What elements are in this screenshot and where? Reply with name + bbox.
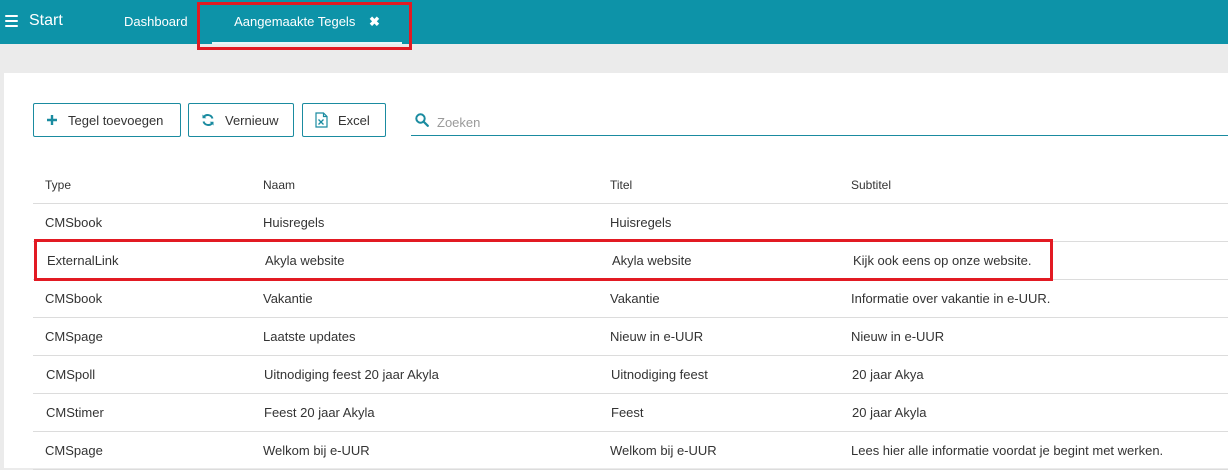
search-bar <box>411 107 1228 136</box>
plus-icon <box>46 114 58 126</box>
cell-titel: Huisregels <box>610 215 672 230</box>
cell-type: CMSpoll <box>46 367 96 382</box>
column-header-naam[interactable]: Naam <box>263 167 295 203</box>
table-row[interactable]: CMStimer Feest 20 jaar Akyla Feest 20 ja… <box>33 394 1228 432</box>
cell-naam: Huisregels <box>263 215 325 230</box>
highlight-box-row <box>34 239 1053 281</box>
cell-naam: Uitnodiging feest 20 jaar Akyla <box>264 367 439 382</box>
cell-type: CMSpage <box>45 329 103 344</box>
add-tile-label: Tegel toevoegen <box>68 112 164 128</box>
cell-type: CMSbook <box>45 215 103 230</box>
cell-subtitel: Informatie over vakantie in e-UUR. <box>851 291 1051 306</box>
cell-naam: Vakantie <box>263 291 313 306</box>
table-row[interactable]: CMSpoll Uitnodiging feest 20 jaar Akyla … <box>33 356 1228 394</box>
refresh-icon <box>201 113 215 127</box>
cell-type: CMSpage <box>45 443 103 458</box>
cell-type: CMSbook <box>45 291 103 306</box>
search-icon <box>415 113 429 130</box>
excel-label: Excel <box>338 112 370 128</box>
cell-titel: Feest <box>611 405 644 420</box>
cell-titel: Nieuw in e-UUR <box>610 329 704 344</box>
table-row[interactable]: CMSpage Laatste updates Nieuw in e-UUR N… <box>33 318 1228 356</box>
hamburger-icon[interactable] <box>5 15 18 27</box>
tab-dashboard[interactable]: Dashboard <box>124 0 188 44</box>
cell-subtitel: Nieuw in e-UUR <box>851 329 945 344</box>
table-row[interactable]: CMSpage Welkom bij e-UUR Welkom bij e-UU… <box>33 432 1228 470</box>
column-header-titel[interactable]: Titel <box>610 167 632 203</box>
cell-subtitel: Lees hier alle informatie voordat je beg… <box>851 443 1164 458</box>
start-label[interactable]: Start <box>29 12 63 30</box>
cell-subtitel: 20 jaar Akyla <box>852 405 927 420</box>
cell-subtitel: 20 jaar Akya <box>852 367 924 382</box>
cell-naam: Welkom bij e-UUR <box>263 443 370 458</box>
excel-export-button[interactable]: Excel <box>302 103 386 137</box>
cell-naam: Laatste updates <box>263 329 356 344</box>
tiles-table: Type Naam Titel Subtitel CMSbook Huisreg… <box>33 167 1228 470</box>
refresh-label: Vernieuw <box>225 112 279 128</box>
excel-file-icon <box>315 112 328 128</box>
cell-titel: Vakantie <box>610 291 660 306</box>
column-header-type[interactable]: Type <box>45 167 71 203</box>
cell-type: CMStimer <box>46 405 104 420</box>
table-header: Type Naam Titel Subtitel <box>33 167 1228 204</box>
table-row[interactable]: CMSbook Huisregels Huisregels <box>33 204 1228 242</box>
highlight-box-tab <box>197 2 412 50</box>
column-header-subtitel[interactable]: Subtitel <box>851 167 891 203</box>
cell-naam: Feest 20 jaar Akyla <box>264 405 375 420</box>
cell-titel: Uitnodiging feest <box>611 367 708 382</box>
cell-titel: Welkom bij e-UUR <box>610 443 717 458</box>
table-row[interactable]: CMSbook Vakantie Vakantie Informatie ove… <box>33 280 1228 318</box>
top-nav-bar: Start Dashboard Aangemaakte Tegels ✖ <box>0 0 1228 44</box>
refresh-button[interactable]: Vernieuw <box>188 103 294 137</box>
add-tile-button[interactable]: Tegel toevoegen <box>33 103 181 137</box>
search-input[interactable] <box>435 111 1219 133</box>
